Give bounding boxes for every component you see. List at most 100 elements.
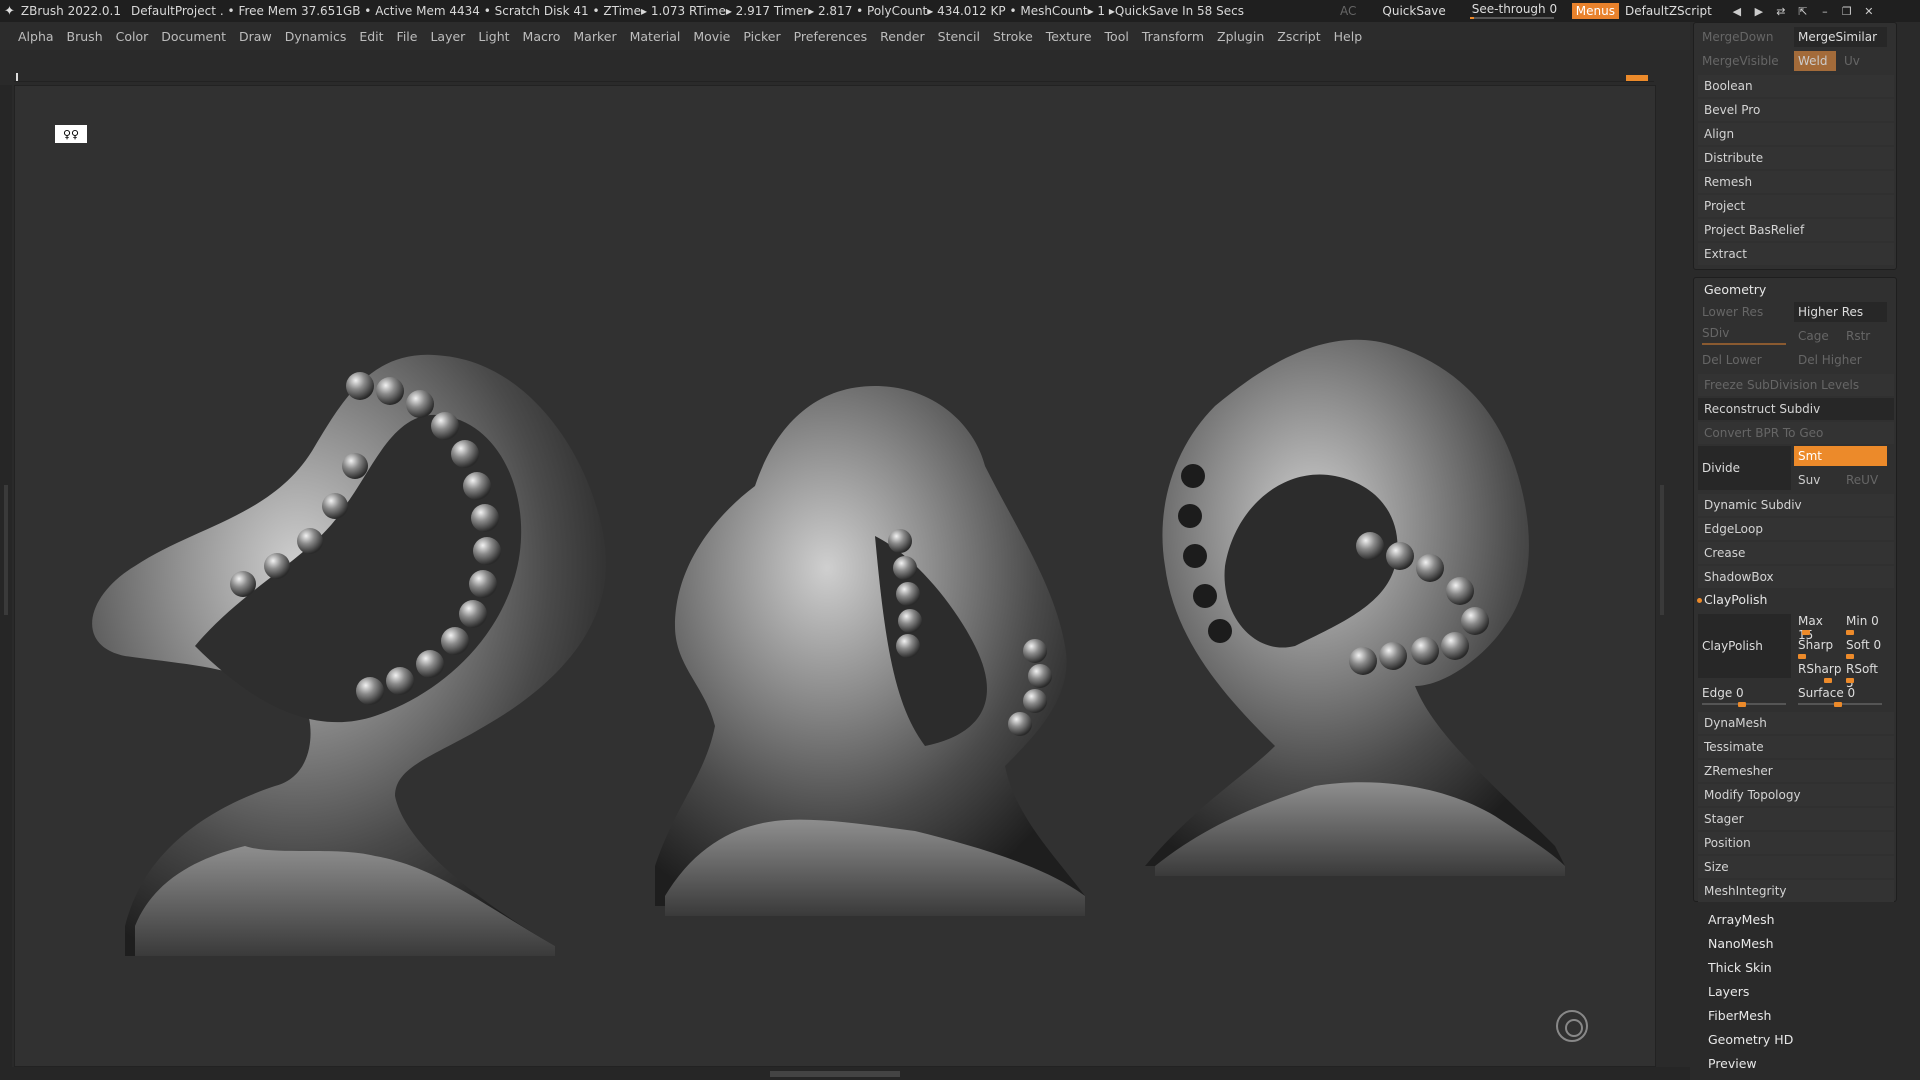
min-slider[interactable]: Min 0: [1842, 614, 1888, 635]
menu-render[interactable]: Render: [880, 29, 925, 44]
default-zscript-button[interactable]: DefaultZScript: [1625, 4, 1712, 18]
maximize-icon[interactable]: ❐: [1838, 3, 1856, 19]
cage-button[interactable]: Cage: [1794, 326, 1840, 346]
sculpt-viewport[interactable]: [15, 86, 1656, 1067]
menu-stroke[interactable]: Stroke: [993, 29, 1033, 44]
button-bevel-pro[interactable]: Bevel Pro: [1698, 99, 1894, 121]
min-knob[interactable]: [1846, 630, 1854, 635]
menu-picker[interactable]: Picker: [743, 29, 780, 44]
quicksave-button[interactable]: QuickSave: [1382, 4, 1445, 18]
sharp-slider[interactable]: Sharp: [1794, 638, 1840, 659]
surface-knob[interactable]: [1834, 702, 1842, 707]
menu-layer[interactable]: Layer: [430, 29, 465, 44]
button-position[interactable]: Position: [1698, 832, 1894, 854]
document-canvas[interactable]: ♀♀: [14, 85, 1656, 1067]
suv-toggle[interactable]: Suv: [1794, 470, 1840, 490]
menu-tool[interactable]: Tool: [1105, 29, 1129, 44]
max-slider[interactable]: Max 15: [1794, 614, 1840, 642]
subpalette-layers[interactable]: Layers: [1708, 984, 1749, 999]
button-size[interactable]: Size: [1698, 856, 1894, 878]
uv-toggle[interactable]: Uv: [1840, 51, 1880, 71]
layout-right-icon[interactable]: ▶: [1750, 3, 1768, 19]
subpalette-arraymesh[interactable]: ArrayMesh: [1708, 912, 1775, 927]
share-icon[interactable]: ⇱: [1794, 3, 1812, 19]
button-dynamesh[interactable]: DynaMesh: [1698, 712, 1894, 734]
close-icon[interactable]: ✕: [1860, 3, 1878, 19]
button-boolean[interactable]: Boolean: [1698, 75, 1894, 97]
menu-zscript[interactable]: Zscript: [1277, 29, 1320, 44]
button-distribute[interactable]: Distribute: [1698, 147, 1894, 169]
menu-material[interactable]: Material: [630, 29, 681, 44]
button-crease[interactable]: Crease: [1698, 542, 1894, 564]
menus-button[interactable]: Menus: [1571, 3, 1619, 19]
button-extract[interactable]: Extract: [1698, 243, 1894, 265]
subpalette-nanomesh[interactable]: NanoMesh: [1708, 936, 1774, 951]
menu-texture[interactable]: Texture: [1046, 29, 1092, 44]
rsoft-knob[interactable]: [1846, 678, 1854, 683]
button-project[interactable]: Project: [1698, 195, 1894, 217]
menu-marker[interactable]: Marker: [573, 29, 616, 44]
button-edgeloop[interactable]: EdgeLoop: [1698, 518, 1894, 540]
navigation-gizmo-icon[interactable]: [1556, 1010, 1588, 1042]
button-modify-topology[interactable]: Modify Topology: [1698, 784, 1894, 806]
button-remesh[interactable]: Remesh: [1698, 171, 1894, 193]
smt-toggle[interactable]: Smt: [1794, 446, 1887, 466]
button-stager[interactable]: Stager: [1698, 808, 1894, 830]
menu-preferences[interactable]: Preferences: [794, 29, 868, 44]
reconstruct-subdiv-button[interactable]: Reconstruct Subdiv: [1698, 398, 1894, 420]
soft-knob[interactable]: [1846, 654, 1854, 659]
sdiv-slider[interactable]: SDiv: [1698, 326, 1791, 346]
mergesimilar-button[interactable]: MergeSimilar: [1794, 27, 1887, 47]
menu-help[interactable]: Help: [1334, 29, 1363, 44]
menu-dynamics[interactable]: Dynamics: [285, 29, 347, 44]
shelf-orange-marker[interactable]: [1626, 75, 1648, 81]
bottom-tray-handle[interactable]: [770, 1071, 900, 1077]
mergevisible-button[interactable]: MergeVisible: [1698, 51, 1791, 71]
ac-label[interactable]: AC: [1340, 4, 1356, 18]
restore-icon[interactable]: ⇄: [1772, 3, 1790, 19]
subpalette-preview[interactable]: Preview: [1708, 1056, 1757, 1071]
sharp-knob[interactable]: [1798, 654, 1806, 659]
layout-left-icon[interactable]: ◀: [1728, 3, 1746, 19]
weld-toggle[interactable]: Weld: [1794, 51, 1836, 71]
minimize-icon[interactable]: –: [1816, 3, 1834, 19]
del-lower-button[interactable]: Del Lower: [1698, 350, 1791, 370]
menu-transform[interactable]: Transform: [1142, 29, 1204, 44]
subpalette-fibermesh[interactable]: FiberMesh: [1708, 1008, 1771, 1023]
menu-light[interactable]: Light: [478, 29, 509, 44]
del-higher-button[interactable]: Del Higher: [1794, 350, 1887, 370]
max-knob[interactable]: [1802, 630, 1810, 635]
lower-res-button[interactable]: Lower Res: [1698, 302, 1791, 322]
menu-color[interactable]: Color: [116, 29, 149, 44]
right-tray-handle[interactable]: [1660, 485, 1664, 615]
surface-slider[interactable]: Surface 0: [1794, 686, 1887, 707]
menu-alpha[interactable]: Alpha: [18, 29, 54, 44]
divide-button[interactable]: Divide: [1698, 446, 1791, 490]
subpalette-thick-skin[interactable]: Thick Skin: [1708, 960, 1772, 975]
reuv-toggle[interactable]: ReUV: [1842, 470, 1888, 490]
button-align[interactable]: Align: [1698, 123, 1894, 145]
menu-document[interactable]: Document: [161, 29, 226, 44]
subpalette-geometry-hd[interactable]: Geometry HD: [1708, 1032, 1793, 1047]
soft-slider[interactable]: Soft 0: [1842, 638, 1888, 659]
menu-file[interactable]: File: [397, 29, 418, 44]
higher-res-button[interactable]: Higher Res: [1794, 302, 1887, 322]
menu-zplugin[interactable]: Zplugin: [1217, 29, 1264, 44]
menu-movie[interactable]: Movie: [693, 29, 730, 44]
rstr-button[interactable]: Rstr: [1842, 326, 1888, 346]
menu-brush[interactable]: Brush: [67, 29, 103, 44]
project-name[interactable]: DefaultProject: [131, 4, 216, 18]
button-meshintegrity[interactable]: MeshIntegrity: [1698, 880, 1894, 902]
mergedown-button[interactable]: MergeDown: [1698, 27, 1791, 47]
button-zremesher[interactable]: ZRemesher: [1698, 760, 1894, 782]
button-dynamic-subdiv[interactable]: Dynamic Subdiv: [1698, 494, 1894, 516]
seethrough-slider[interactable]: See-through 0: [1468, 2, 1558, 20]
geometry-header[interactable]: Geometry: [1704, 282, 1766, 297]
left-tray-handle[interactable]: [4, 485, 8, 615]
rsharp-knob[interactable]: [1824, 678, 1832, 683]
button-tessimate[interactable]: Tessimate: [1698, 736, 1894, 758]
rsoft-slider[interactable]: RSoft 5: [1842, 662, 1888, 690]
convert-bpr-button[interactable]: Convert BPR To Geo: [1698, 422, 1894, 444]
edge-slider[interactable]: Edge 0: [1698, 686, 1791, 707]
edge-knob[interactable]: [1738, 702, 1746, 707]
